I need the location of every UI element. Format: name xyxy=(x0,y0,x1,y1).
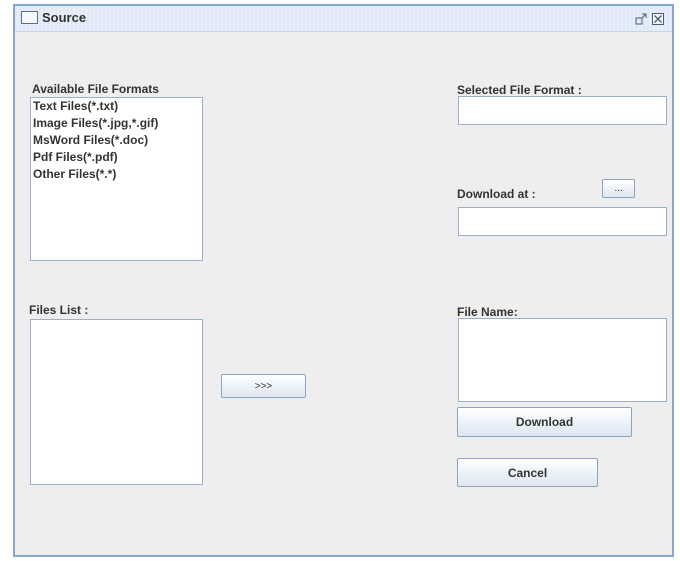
formats-list-items: Text Files(*.txt) Image Files(*.jpg,*.gif… xyxy=(31,98,202,183)
cancel-button[interactable]: Cancel xyxy=(457,458,598,487)
window-title: Source xyxy=(42,10,87,25)
file-name-label: File Name: xyxy=(457,305,518,319)
format-list-item[interactable]: Pdf Files(*.pdf) xyxy=(31,149,202,166)
title-bar[interactable]: Source xyxy=(15,6,672,32)
format-list-item[interactable]: Image Files(*.jpg,*.gif) xyxy=(31,115,202,132)
download-at-label: Download at : xyxy=(457,187,536,201)
files-list[interactable] xyxy=(30,319,203,485)
close-icon[interactable] xyxy=(652,12,664,25)
window-icon xyxy=(21,11,38,24)
format-list-item[interactable]: Other Files(*.*) xyxy=(31,166,202,183)
format-list-item[interactable]: MsWord Files(*.doc) xyxy=(31,132,202,149)
available-formats-label: Available File Formats xyxy=(32,82,159,96)
file-name-field[interactable] xyxy=(458,318,667,402)
available-formats-list[interactable]: Text Files(*.txt) Image Files(*.jpg,*.gif… xyxy=(30,97,203,261)
browse-button[interactable]: ... xyxy=(602,179,635,198)
source-window: Source Available File Formats Text Files… xyxy=(13,4,674,557)
download-location-field[interactable] xyxy=(458,207,667,236)
selected-format-label: Selected File Format : xyxy=(457,83,582,97)
selected-format-field[interactable] xyxy=(458,96,667,125)
maximize-icon[interactable] xyxy=(635,12,647,25)
format-list-item[interactable]: Text Files(*.txt) xyxy=(31,98,202,115)
transfer-button[interactable]: >>> xyxy=(221,374,306,398)
download-button[interactable]: Download xyxy=(457,407,632,437)
files-list-label: Files List : xyxy=(29,303,89,317)
